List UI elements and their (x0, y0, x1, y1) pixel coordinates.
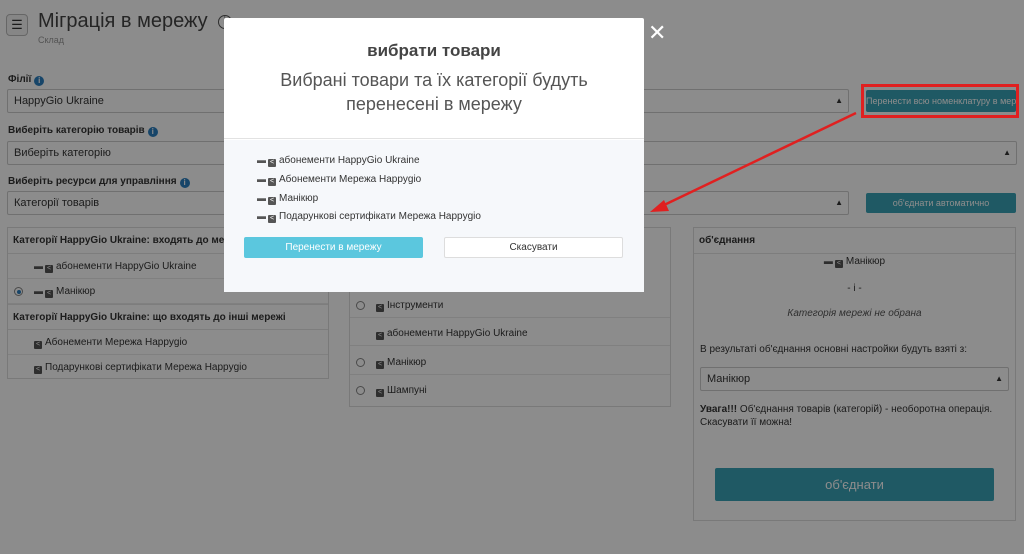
arrow-head (650, 200, 669, 212)
arrow-line (661, 111, 857, 208)
annotation-arrow (650, 111, 857, 212)
